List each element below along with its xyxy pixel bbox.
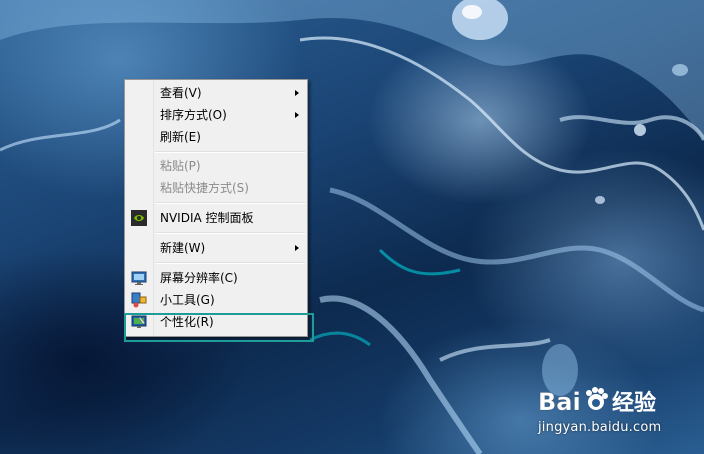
menu-item-view[interactable]: 查看(V) [127, 82, 305, 104]
menu-item-label: 粘贴快捷方式(S) [160, 181, 249, 195]
menu-item-paste[interactable]: 粘贴(P) [127, 155, 305, 177]
menu-separator [155, 262, 305, 264]
menu-item-label: 粘贴(P) [160, 159, 201, 173]
menu-item-label: 排序方式(O) [160, 108, 227, 122]
watermark-url: jingyan.baidu.com [538, 420, 662, 435]
menu-item-label: 查看(V) [160, 86, 202, 100]
baidu-logo-icon: Bai 经验 [538, 387, 656, 416]
menu-item-label: 屏幕分辨率(C) [160, 271, 238, 285]
gadgets-icon [131, 292, 147, 308]
baidu-jingyan-watermark: Bai 经验 jingyan.baidu.com [536, 380, 696, 440]
nvidia-icon [131, 210, 147, 226]
menu-item-label: NVIDIA 控制面板 [160, 211, 254, 225]
menu-item-sort-by[interactable]: 排序方式(O) [127, 104, 305, 126]
submenu-arrow-icon [295, 245, 299, 251]
monitor-icon [131, 271, 147, 285]
menu-item-new[interactable]: 新建(W) [127, 237, 305, 259]
menu-item-gadgets[interactable]: 小工具(G) [127, 289, 305, 311]
menu-item-paste-shortcut[interactable]: 粘贴快捷方式(S) [127, 177, 305, 199]
menu-item-screen-resolution[interactable]: 屏幕分辨率(C) [127, 267, 305, 289]
menu-separator [155, 232, 305, 234]
desktop-context-menu: 查看(V) 排序方式(O) 刷新(E) 粘贴(P) 粘贴快捷方式(S) NVID… [124, 79, 308, 337]
svg-text:Bai: Bai [538, 388, 581, 416]
svg-text:经验: 经验 [612, 390, 656, 416]
menu-item-label: 小工具(G) [160, 293, 215, 307]
menu-item-refresh[interactable]: 刷新(E) [127, 126, 305, 148]
menu-separator [155, 151, 305, 153]
submenu-arrow-icon [295, 90, 299, 96]
menu-separator [155, 202, 305, 204]
menu-item-nvidia-control-panel[interactable]: NVIDIA 控制面板 [127, 207, 305, 229]
menu-item-label: 刷新(E) [160, 130, 201, 144]
annotation-highlight-box [124, 313, 314, 342]
menu-item-label: 新建(W) [160, 241, 206, 255]
submenu-arrow-icon [295, 112, 299, 118]
